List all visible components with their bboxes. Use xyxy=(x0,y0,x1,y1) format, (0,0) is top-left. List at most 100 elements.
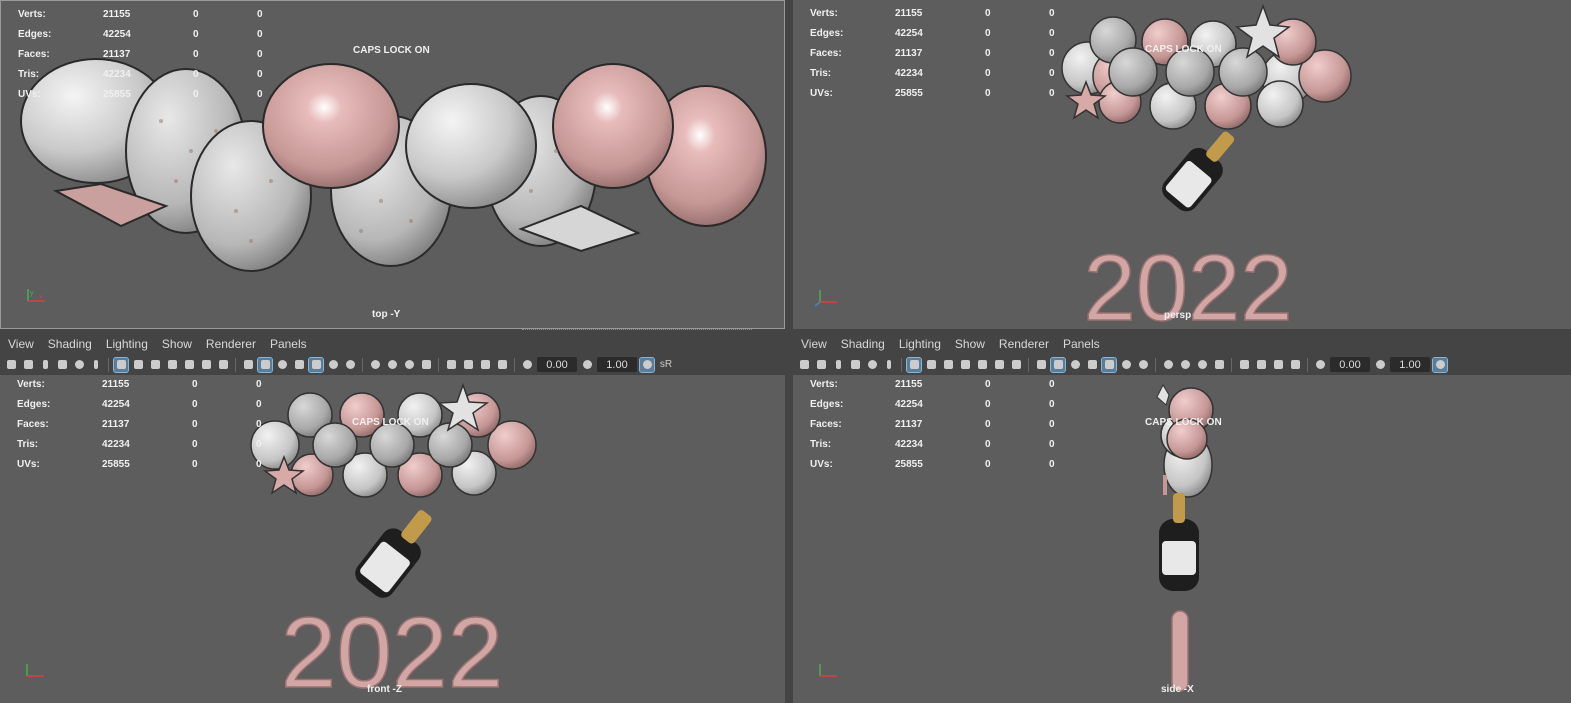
image-plane-icon[interactable] xyxy=(848,358,862,372)
film-gate-icon[interactable] xyxy=(131,358,145,372)
lights-icon[interactable] xyxy=(326,358,340,372)
color-management-icon[interactable] xyxy=(1432,356,1448,373)
menu-panels[interactable]: Panels xyxy=(262,337,313,351)
grid-icon[interactable] xyxy=(113,356,129,373)
lights-icon[interactable] xyxy=(1119,358,1133,372)
multisample-aa-icon[interactable] xyxy=(1195,358,1209,372)
viewport-canvas[interactable]: Verts: 21155 0 0 Edges: 42254 0 0 Faces: 21137 0… xyxy=(1,1,784,328)
wireframe-on-shaded-icon[interactable] xyxy=(1085,358,1099,372)
bookmark-icon[interactable] xyxy=(831,358,845,372)
resolution-gate-icon[interactable] xyxy=(941,358,955,372)
wireframe-icon[interactable] xyxy=(241,358,255,372)
screen-space-ao-icon[interactable] xyxy=(368,358,382,372)
exposure-icon[interactable] xyxy=(520,358,534,372)
depth-of-field-icon[interactable] xyxy=(1212,358,1226,372)
menu-view[interactable]: View xyxy=(0,337,40,351)
2d-pan-zoom-icon[interactable] xyxy=(72,358,86,372)
viewport-canvas[interactable]: Verts: 21155 0 0 Edges: 42254 0 0 Faces: 21137 0… xyxy=(793,375,1571,703)
exposure-field[interactable]: 0.00 xyxy=(1330,357,1370,372)
viewport-canvas[interactable]: 2022 Verts: 21155 0 0 Edges: 42254 0 0 Faces: 2… xyxy=(0,375,785,703)
view-transform-label[interactable]: sR xyxy=(657,358,675,372)
gamma-icon[interactable] xyxy=(580,358,594,372)
motion-blur-icon[interactable] xyxy=(1178,358,1192,372)
shadows-icon[interactable] xyxy=(343,358,357,372)
stats-hud: Verts: 21155 0 0 Edges: 42254 0 0 Faces: 21137 0… xyxy=(810,375,1055,475)
2d-pan-zoom-icon[interactable] xyxy=(865,358,879,372)
gate-mask-icon[interactable] xyxy=(165,358,179,372)
panel-menubar: View Shading Lighting Show Renderer Pane… xyxy=(0,334,785,354)
grid-icon[interactable] xyxy=(906,356,922,373)
wireframe-on-shaded-icon[interactable] xyxy=(292,358,306,372)
safe-action-icon[interactable] xyxy=(199,358,213,372)
depth-of-field-icon[interactable] xyxy=(419,358,433,372)
menu-lighting[interactable]: Lighting xyxy=(98,337,154,351)
menu-panels[interactable]: Panels xyxy=(1055,337,1106,351)
field-chart-icon[interactable] xyxy=(182,358,196,372)
screen-space-ao-icon[interactable] xyxy=(1161,358,1175,372)
menu-view[interactable]: View xyxy=(793,337,833,351)
default-material-icon[interactable] xyxy=(1068,358,1082,372)
isolate-select-icon[interactable] xyxy=(444,358,458,372)
menu-renderer[interactable]: Renderer xyxy=(991,337,1055,351)
stats-row-tris: Tris: 42234 0 0 xyxy=(810,439,1055,450)
smooth-shade-icon[interactable] xyxy=(1050,356,1066,373)
textured-icon[interactable] xyxy=(308,356,324,373)
viewport-top[interactable]: Verts: 21155 0 0 Edges: 42254 0 0 Faces: 21137 0… xyxy=(0,0,785,329)
xray-active-icon[interactable] xyxy=(478,358,492,372)
field-chart-icon[interactable] xyxy=(975,358,989,372)
xray-icon[interactable] xyxy=(461,358,475,372)
safe-action-icon[interactable] xyxy=(992,358,1006,372)
stats-row-edges: Edges: 42254 0 0 xyxy=(810,399,1055,410)
bookmark-icon[interactable] xyxy=(38,358,52,372)
image-plane-icon[interactable] xyxy=(55,358,69,372)
menu-lighting[interactable]: Lighting xyxy=(891,337,947,351)
camera-label: side -X xyxy=(1161,684,1194,695)
grease-pencil-icon[interactable] xyxy=(882,358,896,372)
exposure-icon[interactable] xyxy=(1313,358,1327,372)
menu-renderer[interactable]: Renderer xyxy=(198,337,262,351)
xray-joints-icon[interactable] xyxy=(495,358,509,372)
svg-text:x: x xyxy=(39,294,43,301)
stats-row-uvs: UVs: 25855 0 0 xyxy=(810,88,1055,99)
gate-mask-icon[interactable] xyxy=(958,358,972,372)
film-gate-icon[interactable] xyxy=(924,358,938,372)
camera-label: persp xyxy=(1164,310,1192,321)
resolution-gate-icon[interactable] xyxy=(148,358,162,372)
viewport-side[interactable]: View Shading Lighting Show Renderer Pane… xyxy=(793,334,1571,703)
xray-icon[interactable] xyxy=(1254,358,1268,372)
smooth-shade-icon[interactable] xyxy=(257,356,273,373)
motion-blur-icon[interactable] xyxy=(385,358,399,372)
stats-hud: Verts: 21155 0 0 Edges: 42254 0 0 Faces: 21137 0… xyxy=(810,4,1055,104)
shadows-icon[interactable] xyxy=(1136,358,1150,372)
viewport-front[interactable]: View Shading Lighting Show Renderer Pane… xyxy=(0,334,785,703)
xray-active-icon[interactable] xyxy=(1271,358,1285,372)
menu-shading[interactable]: Shading xyxy=(833,337,891,351)
multisample-aa-icon[interactable] xyxy=(402,358,416,372)
exposure-field[interactable]: 0.00 xyxy=(537,357,577,372)
axis-gizmo-icon: yx xyxy=(27,289,45,302)
axis-gizmo-icon xyxy=(819,664,837,677)
isolate-select-icon[interactable] xyxy=(1237,358,1251,372)
viewport-persp[interactable]: 2022 Verts: 21155 0 0 Edges: 42254 0 0 Faces: 2… xyxy=(793,0,1571,329)
gamma-icon[interactable] xyxy=(1373,358,1387,372)
menu-show[interactable]: Show xyxy=(947,337,991,351)
select-camera-icon[interactable] xyxy=(797,358,811,372)
camera-attributes-icon[interactable] xyxy=(814,358,828,372)
menu-show[interactable]: Show xyxy=(154,337,198,351)
menu-shading[interactable]: Shading xyxy=(40,337,98,351)
select-camera-icon[interactable] xyxy=(4,358,18,372)
viewport-canvas[interactable]: 2022 Verts: 21155 0 0 Edges: 42254 0 0 Faces: 2… xyxy=(793,0,1571,329)
color-management-icon[interactable] xyxy=(639,356,655,373)
wireframe-icon[interactable] xyxy=(1034,358,1048,372)
grease-pencil-icon[interactable] xyxy=(89,358,103,372)
default-material-icon[interactable] xyxy=(275,358,289,372)
gamma-field[interactable]: 1.00 xyxy=(1390,357,1430,372)
textured-icon[interactable] xyxy=(1101,356,1117,373)
camera-attributes-icon[interactable] xyxy=(21,358,35,372)
stats-row-uvs: UVs: 25855 0 0 xyxy=(18,89,263,100)
safe-title-icon[interactable] xyxy=(1009,358,1023,372)
gamma-field[interactable]: 1.00 xyxy=(597,357,637,372)
panel-menubar: View Shading Lighting Show Renderer Pane… xyxy=(793,334,1571,354)
safe-title-icon[interactable] xyxy=(216,358,230,372)
xray-joints-icon[interactable] xyxy=(1288,358,1302,372)
